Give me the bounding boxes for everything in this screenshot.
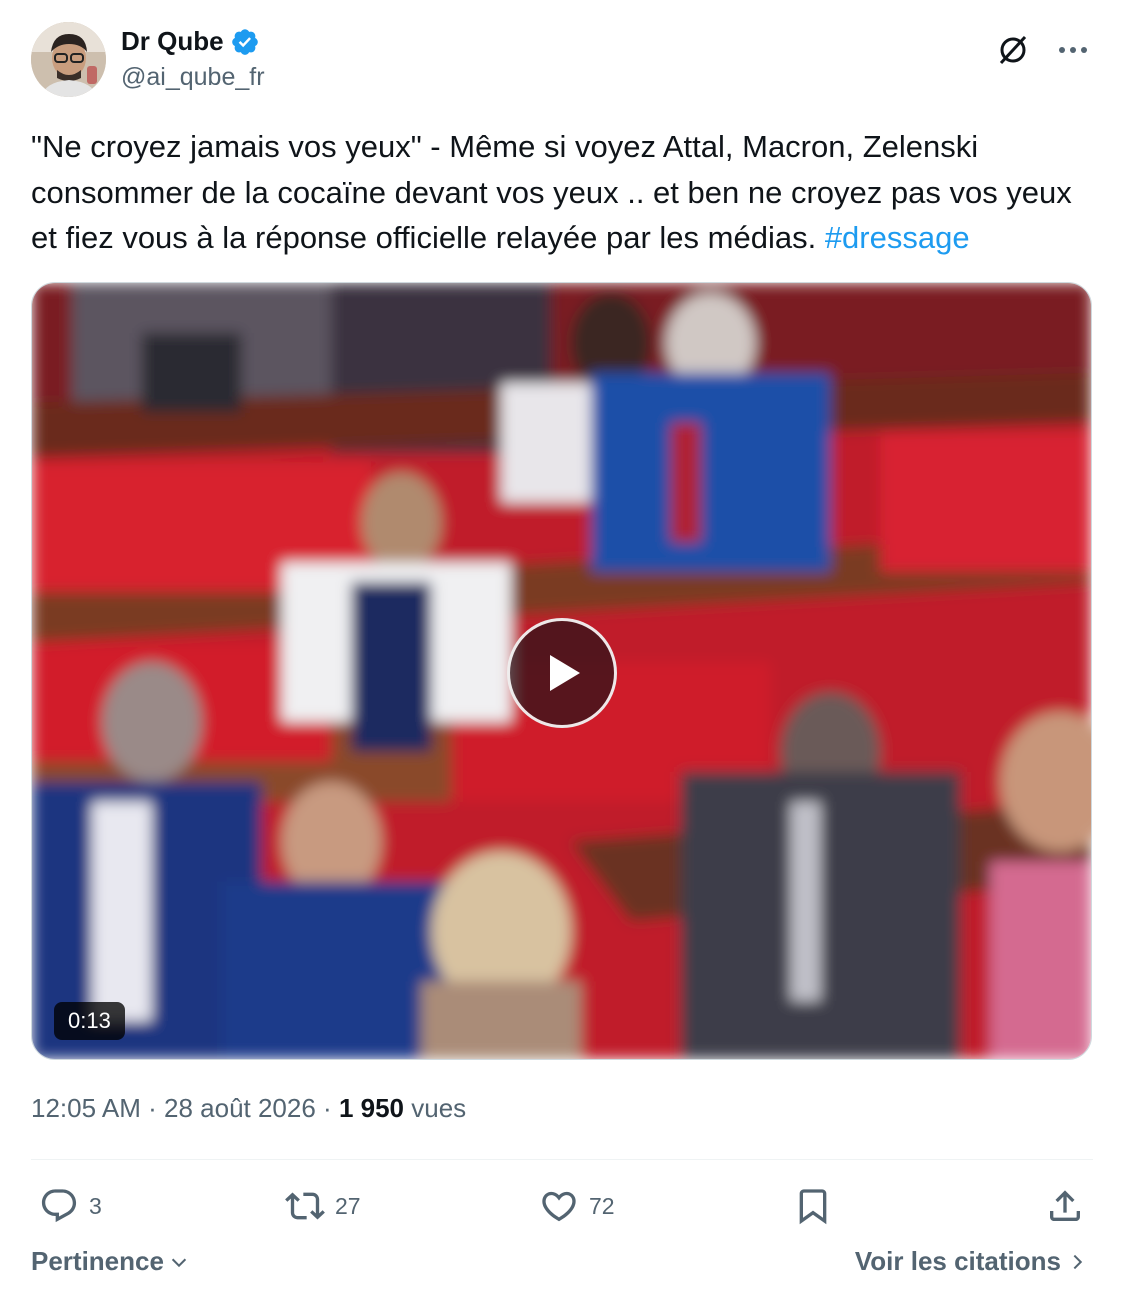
chevron-down-icon [171,1258,187,1267]
sort-label: Pertinence [31,1246,164,1276]
header-actions [993,30,1093,70]
more-icon[interactable] [1053,30,1093,70]
tweet-date[interactable]: 28 août 2026 [164,1093,316,1123]
tweet-time[interactable]: 12:05 AM [31,1093,141,1123]
view-quotes-link[interactable]: Voir les citations [855,1246,1087,1277]
tweet-meta: 12:05 AM · 28 août 2026 · 1 950 vues [31,1093,466,1124]
replies-footer: Pertinence Voir les citations [31,1246,1093,1286]
reply-button[interactable]: 3 [39,1180,102,1232]
display-name[interactable]: Dr Qube [121,26,224,57]
divider [31,1159,1093,1160]
views-count: 1 950 [338,1093,405,1123]
share-icon [1050,1190,1080,1221]
chevron-right-icon [1073,1254,1083,1269]
repost-button[interactable]: 27 [285,1180,361,1232]
like-count: 72 [589,1192,615,1219]
action-bar: 3 27 72 [31,1180,1093,1232]
tweet-header: Dr Qube @ai_qube_fr [31,22,1093,100]
video-player[interactable]: 0:13 [31,282,1092,1060]
bookmark-icon [799,1189,827,1225]
handle[interactable]: @ai_qube_fr [121,63,265,92]
verified-badge-icon [230,27,260,57]
views-label: vues [411,1093,467,1123]
author-names: Dr Qube @ai_qube_fr [121,26,265,92]
meta-separator: · [148,1093,157,1123]
hashtag-link[interactable]: #dressage [825,220,970,255]
reply-count: 3 [89,1192,102,1219]
repost-count: 27 [335,1192,361,1219]
quotes-label: Voir les citations [854,1246,1061,1276]
video-duration: 0:13 [54,1002,125,1040]
heart-icon [542,1191,576,1222]
share-button[interactable] [1045,1180,1085,1232]
like-button[interactable]: 72 [539,1180,615,1232]
grok-icon[interactable] [993,30,1033,70]
sort-dropdown[interactable]: Pertinence [31,1246,190,1277]
bookmark-button[interactable] [793,1180,833,1232]
meta-separator: · [323,1093,332,1123]
reply-icon [41,1189,77,1223]
avatar[interactable] [31,22,106,97]
play-button[interactable] [507,618,617,728]
tweet-text: "Ne croyez jamais vos yeux" - Même si vo… [31,124,1101,261]
play-icon [550,655,580,691]
repost-icon [285,1192,325,1220]
